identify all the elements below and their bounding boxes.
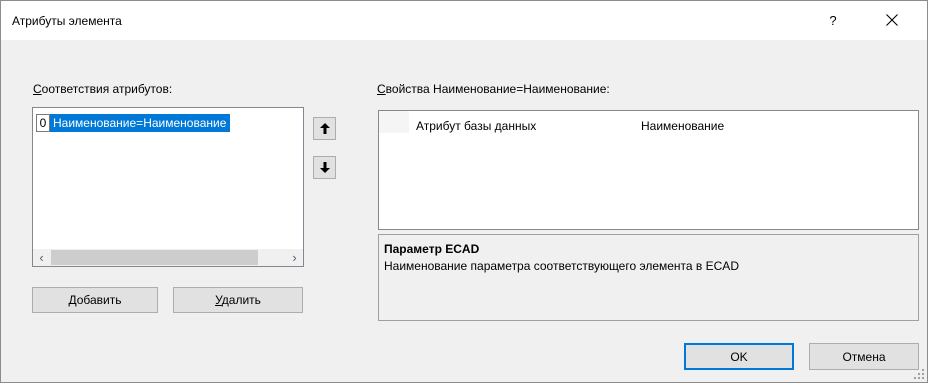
title-bar: Атрибуты элемента ? xyxy=(1,1,927,40)
chevron-left-icon: ‹ xyxy=(39,250,44,265)
cancel-button[interactable]: Отмена xyxy=(809,343,919,370)
arrow-up-icon xyxy=(319,123,330,134)
close-button[interactable] xyxy=(869,3,915,37)
list-item[interactable]: 0 Наименование=Наименование xyxy=(36,114,231,132)
horizontal-scrollbar[interactable]: ‹ › xyxy=(33,249,303,266)
grid-row-margin xyxy=(379,111,409,133)
cancel-button-label: Отмена xyxy=(842,349,886,364)
property-name: Атрибут базы данных xyxy=(416,119,537,133)
window-title: Атрибуты элемента xyxy=(12,14,122,28)
mappings-label: Соответствия атрибутов: xyxy=(33,82,173,96)
list-item-index: 0 xyxy=(36,114,50,132)
property-value[interactable]: Наименование xyxy=(641,119,724,133)
question-icon: ? xyxy=(829,12,837,28)
chevron-right-icon: › xyxy=(292,250,297,265)
add-button-label: Добавить xyxy=(68,293,122,307)
properties-label: Свойства Наименование=Наименование: xyxy=(377,82,610,96)
property-grid[interactable]: Атрибут базы данных Наименование xyxy=(378,110,919,230)
description-text: Наименование параметра соответствующего … xyxy=(384,259,739,273)
help-button[interactable]: ? xyxy=(815,3,851,37)
move-down-button[interactable] xyxy=(313,156,336,179)
grid-row[interactable]: Атрибут базы данных Наименование xyxy=(379,111,918,133)
close-icon xyxy=(886,14,898,26)
list-item-text: Наименование=Наименование xyxy=(50,114,231,132)
mappings-listbox[interactable]: 0 Наименование=Наименование ‹ › xyxy=(32,107,304,267)
scroll-left-button[interactable]: ‹ xyxy=(33,249,50,266)
ok-button[interactable]: OK xyxy=(684,343,794,370)
scrollbar-thumb[interactable] xyxy=(51,250,258,265)
attributes-dialog: Атрибуты элемента ? Соответствия атрибут… xyxy=(0,0,928,383)
resize-grip-icon[interactable] xyxy=(913,368,925,380)
arrow-down-icon xyxy=(319,162,330,173)
delete-button[interactable]: Удалить xyxy=(173,287,303,313)
add-button[interactable]: Добавить xyxy=(32,287,158,313)
description-title: Параметр ECAD xyxy=(384,242,480,256)
description-panel: Параметр ECAD Наименование параметра соо… xyxy=(378,234,919,321)
scroll-right-button[interactable]: › xyxy=(286,249,303,266)
ok-button-label: OK xyxy=(730,349,748,364)
delete-button-label: Удалить xyxy=(215,293,261,307)
move-up-button[interactable] xyxy=(313,117,336,140)
